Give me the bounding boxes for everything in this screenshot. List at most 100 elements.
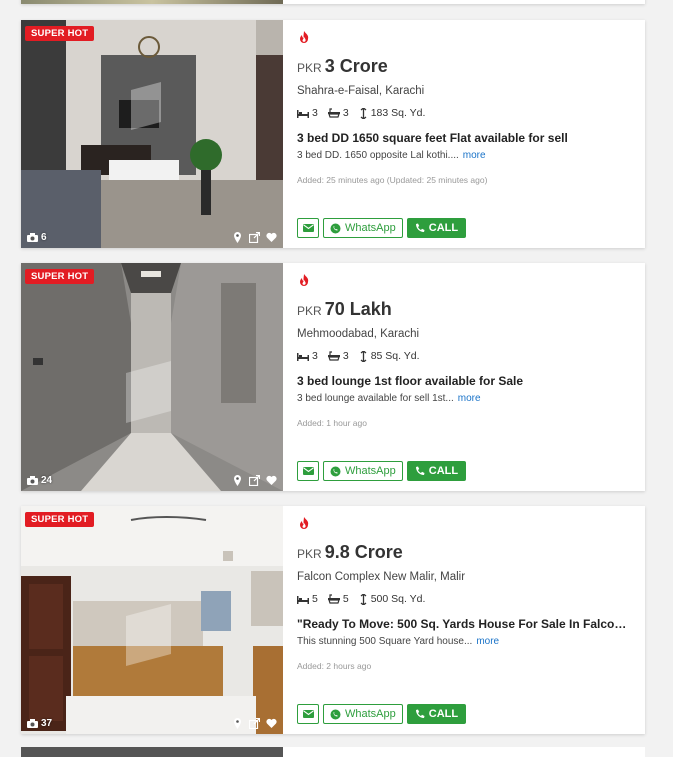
- baths-count: 3: [342, 350, 349, 362]
- baths-count: 5: [342, 593, 349, 605]
- camera-icon: [27, 233, 38, 242]
- listing-photo[interactable]: SUPER HOT 6: [21, 20, 283, 248]
- photo-count[interactable]: 6: [27, 232, 47, 243]
- listing-info: PKR 70 Lakh Mehmoodabad, Karachi 3 3 85 S…: [297, 263, 645, 491]
- camera-icon: [27, 719, 38, 728]
- email-button[interactable]: [297, 461, 319, 481]
- listing-description: This stunning 500 Square Yard house... mo…: [297, 636, 499, 647]
- share-icon[interactable]: [249, 232, 260, 243]
- whatsapp-icon: [330, 709, 341, 719]
- previous-listing-card-partial[interactable]: [21, 0, 645, 4]
- area-value: 500 Sq. Yd.: [370, 593, 426, 605]
- more-link[interactable]: more: [463, 150, 486, 161]
- listing-location: Mehmoodabad, Karachi: [297, 328, 420, 340]
- call-label: CALL: [428, 222, 459, 234]
- listing-location: Falcon Complex New Malir, Malir: [297, 571, 466, 583]
- envelope-icon: [302, 224, 314, 232]
- area-value: 85 Sq. Yd.: [370, 350, 420, 362]
- listing-title[interactable]: "Ready To Move: 500 Sq. Yards House For …: [297, 617, 632, 631]
- added-time: Added: 25 minutes ago (Updated: 25 minut…: [297, 175, 488, 185]
- photo-count[interactable]: 24: [27, 475, 52, 486]
- call-button[interactable]: CALL: [406, 218, 467, 238]
- area-icon: [360, 593, 367, 605]
- added-time: Added: 1 hour ago: [297, 418, 367, 428]
- photo-count-value: 37: [41, 718, 53, 729]
- phone-icon: [415, 709, 425, 718]
- bed-icon: [297, 109, 309, 118]
- phone-icon: [415, 466, 425, 475]
- photo-count-value: 24: [41, 475, 53, 486]
- price-currency: PKR: [297, 304, 322, 318]
- call-button[interactable]: CALL: [406, 704, 467, 724]
- price-value: 70 Lakh: [324, 299, 392, 319]
- share-icon[interactable]: [249, 475, 260, 486]
- listing-info: PKR 9.8 Crore Falcon Complex New Malir, M…: [297, 506, 645, 734]
- price-currency: PKR: [297, 547, 322, 561]
- super-hot-badge: SUPER HOT: [25, 512, 95, 527]
- whatsapp-icon: [330, 223, 341, 233]
- fire-icon: [300, 517, 309, 529]
- listing-description: 3 bed DD. 1650 opposite Lal kothi.... mor…: [297, 150, 486, 161]
- heart-icon[interactable]: [266, 718, 277, 729]
- map-pin-icon[interactable]: [232, 718, 243, 729]
- next-listing-card-partial[interactable]: [21, 747, 645, 757]
- photo-count-value: 6: [41, 232, 47, 243]
- super-hot-badge: SUPER HOT: [25, 269, 95, 284]
- added-time: Added: 2 hours ago: [297, 661, 372, 671]
- listing-title[interactable]: 3 bed DD 1650 square feet Flat available…: [297, 131, 632, 145]
- map-pin-icon[interactable]: [232, 475, 243, 486]
- fire-icon: [300, 31, 309, 43]
- bed-icon: [297, 595, 309, 604]
- bath-icon: [327, 108, 340, 118]
- listing-specs: 5 5 500 Sq. Yd.: [297, 593, 425, 605]
- description-text: 3 bed lounge available for sell 1st...: [297, 393, 454, 404]
- whatsapp-label: WhatsApp: [345, 465, 396, 477]
- map-pin-icon[interactable]: [232, 232, 243, 243]
- call-label: CALL: [428, 708, 459, 720]
- whatsapp-button[interactable]: WhatsApp: [323, 461, 403, 481]
- description-text: This stunning 500 Square Yard house...: [297, 636, 473, 647]
- listing-price[interactable]: PKR 9.8 Crore: [297, 542, 403, 563]
- whatsapp-button[interactable]: WhatsApp: [323, 218, 403, 238]
- description-text: 3 bed DD. 1650 opposite Lal kothi....: [297, 150, 459, 161]
- listing-card[interactable]: SUPER HOT 6 PKR 3 Crore Shahra-e-Faisal, …: [21, 20, 645, 248]
- baths-count: 3: [342, 107, 349, 119]
- email-button[interactable]: [297, 704, 319, 724]
- email-button[interactable]: [297, 218, 319, 238]
- super-hot-badge: SUPER HOT: [25, 26, 95, 41]
- camera-icon: [27, 476, 38, 485]
- bed-icon: [297, 352, 309, 361]
- bath-icon: [327, 594, 340, 604]
- whatsapp-label: WhatsApp: [345, 222, 396, 234]
- whatsapp-button[interactable]: WhatsApp: [323, 704, 403, 724]
- phone-icon: [415, 223, 425, 232]
- listing-price[interactable]: PKR 3 Crore: [297, 56, 388, 77]
- listing-photo[interactable]: SUPER HOT 24: [21, 263, 283, 491]
- share-icon[interactable]: [249, 718, 260, 729]
- area-icon: [360, 107, 367, 119]
- whatsapp-label: WhatsApp: [345, 708, 396, 720]
- listing-price[interactable]: PKR 70 Lakh: [297, 299, 392, 320]
- listing-description: 3 bed lounge available for sell 1st... mo…: [297, 393, 481, 404]
- listing-card[interactable]: SUPER HOT 37 PKR 9.8 Crore Falcon Complex…: [21, 506, 645, 734]
- call-button[interactable]: CALL: [406, 461, 467, 481]
- listing-photo[interactable]: SUPER HOT 37: [21, 506, 283, 734]
- price-value: 3 Crore: [324, 56, 388, 76]
- envelope-icon: [302, 467, 314, 475]
- beds-count: 3: [312, 350, 318, 362]
- photo-count[interactable]: 37: [27, 718, 52, 729]
- beds-count: 5: [312, 593, 318, 605]
- area-value: 183 Sq. Yd.: [370, 107, 426, 119]
- listing-card[interactable]: SUPER HOT 24 PKR 70 Lakh Mehmoodabad, Kar…: [21, 263, 645, 491]
- heart-icon[interactable]: [266, 232, 277, 243]
- call-label: CALL: [428, 465, 459, 477]
- price-currency: PKR: [297, 61, 322, 75]
- listing-specs: 3 3 85 Sq. Yd.: [297, 350, 420, 362]
- more-link[interactable]: more: [458, 393, 481, 404]
- listing-location: Shahra-e-Faisal, Karachi: [297, 85, 425, 97]
- more-link[interactable]: more: [476, 636, 499, 647]
- listing-info: PKR 3 Crore Shahra-e-Faisal, Karachi 3 3 …: [297, 20, 645, 248]
- heart-icon[interactable]: [266, 475, 277, 486]
- listing-title[interactable]: 3 bed lounge 1st floor available for Sal…: [297, 374, 632, 388]
- envelope-icon: [302, 710, 314, 718]
